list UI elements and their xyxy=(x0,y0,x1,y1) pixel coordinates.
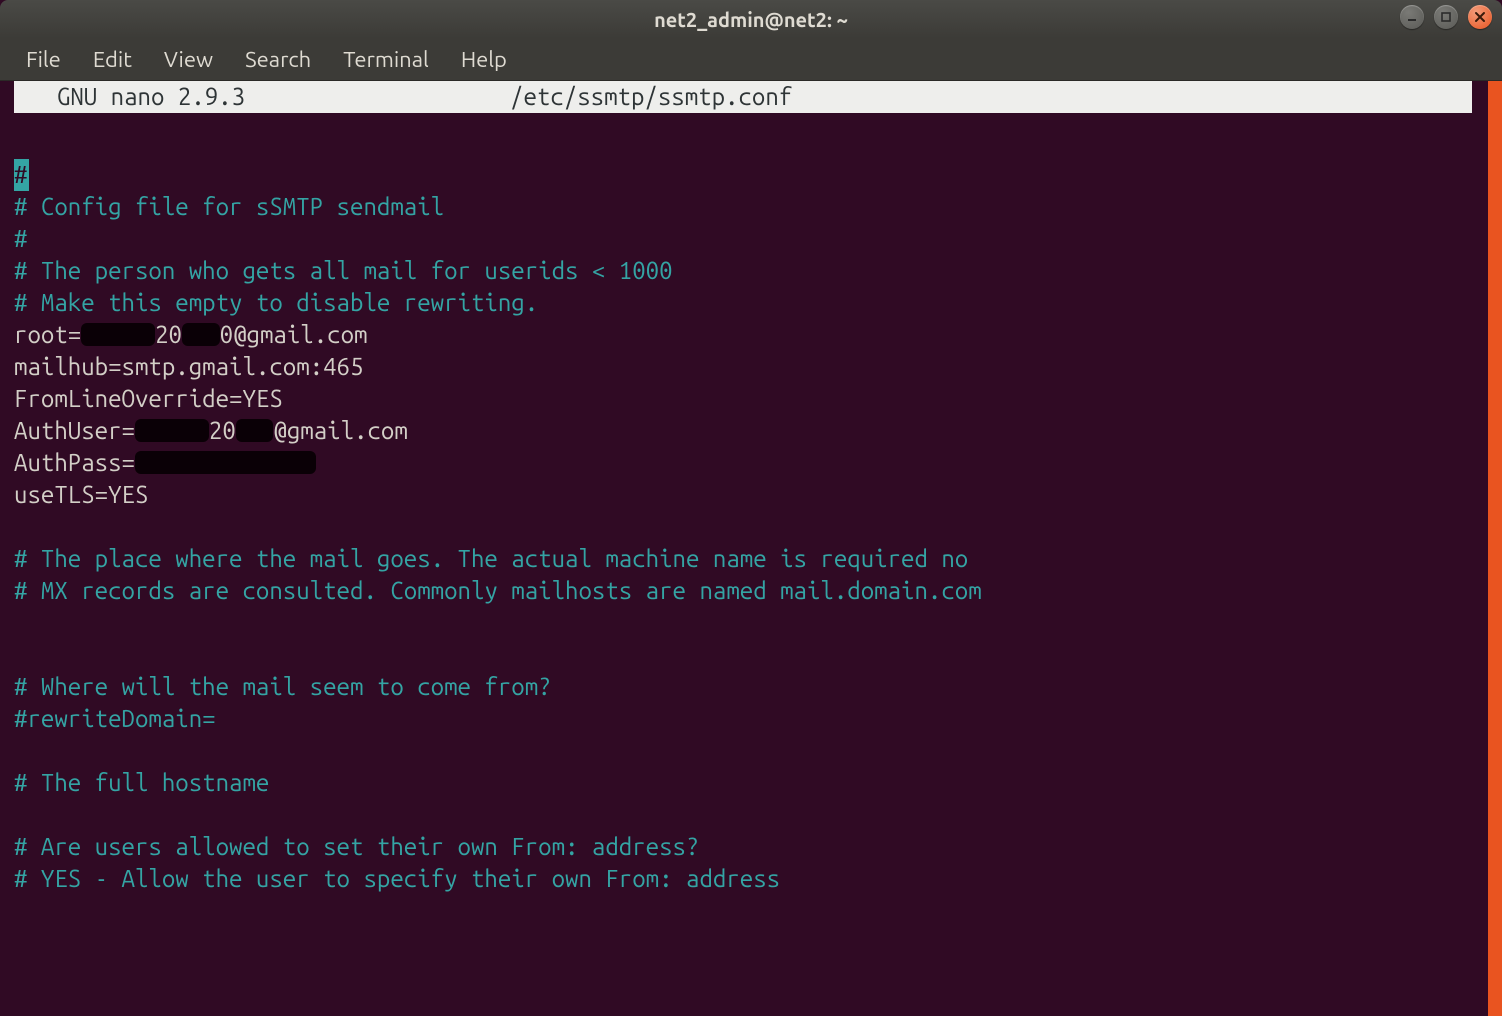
editor-line: mailhub=smtp.gmail.com:465 xyxy=(14,353,363,380)
editor-line: # Config file for sSMTP sendmail xyxy=(14,193,444,220)
authuser-prefix: AuthUser= xyxy=(14,417,135,444)
editor-line: #rewriteDomain= xyxy=(14,705,216,732)
editor-line: # Make this empty to disable rewriting. xyxy=(14,289,538,316)
authuser-mid: 20 xyxy=(209,417,236,444)
close-icon xyxy=(1474,11,1486,23)
window-title: net2_admin@net2: ~ xyxy=(0,8,1502,31)
authpass-prefix: AuthPass= xyxy=(14,449,135,476)
editor-content[interactable]: # # Config file for sSMTP sendmail # # T… xyxy=(0,113,1502,927)
root-mid: 20 xyxy=(155,321,182,348)
editor-line: root= 20 0@gmail.com xyxy=(14,321,367,348)
maximize-icon xyxy=(1440,11,1452,23)
editor-line: # MX records are consulted. Commonly mai… xyxy=(14,577,982,604)
scrollbar[interactable] xyxy=(1488,81,1502,1016)
editor-line: # The full hostname xyxy=(14,769,269,796)
maximize-button[interactable] xyxy=(1434,5,1458,29)
root-suffix: 0@gmail.com xyxy=(220,321,368,348)
nano-file-path: /etc/ssmtp/ssmtp.conf xyxy=(510,81,1472,113)
redacted xyxy=(135,419,209,442)
menu-view[interactable]: View xyxy=(150,43,227,76)
editor-line: # xyxy=(14,225,27,252)
titlebar: net2_admin@net2: ~ xyxy=(0,0,1502,38)
cursor: # xyxy=(14,159,29,191)
terminal-area[interactable]: GNU nano 2.9.3 /etc/ssmtp/ssmtp.conf # #… xyxy=(0,81,1502,1016)
menu-help[interactable]: Help xyxy=(447,43,521,76)
editor-line: # YES - Allow the user to specify their … xyxy=(14,865,780,892)
menu-file[interactable]: File xyxy=(12,43,75,76)
close-button[interactable] xyxy=(1468,5,1492,29)
root-prefix: root= xyxy=(14,321,81,348)
editor-line: AuthPass= xyxy=(14,449,316,476)
editor-line: AuthUser= 20 @gmail.com xyxy=(14,417,408,444)
redacted xyxy=(81,323,155,346)
editor-line: # The place where the mail goes. The act… xyxy=(14,545,968,572)
menu-search[interactable]: Search xyxy=(231,43,325,76)
minimize-button[interactable] xyxy=(1400,5,1424,29)
menu-edit[interactable]: Edit xyxy=(79,43,146,76)
editor-line: FromLineOverride=YES xyxy=(14,385,283,412)
redacted xyxy=(236,419,274,442)
redacted xyxy=(135,451,316,474)
redacted xyxy=(182,323,220,346)
nano-header: GNU nano 2.9.3 /etc/ssmtp/ssmtp.conf xyxy=(14,81,1472,113)
editor-line: # The person who gets all mail for useri… xyxy=(14,257,673,284)
menu-terminal[interactable]: Terminal xyxy=(329,43,443,76)
window-controls xyxy=(1400,5,1492,29)
menubar: File Edit View Search Terminal Help xyxy=(0,38,1502,81)
minimize-icon xyxy=(1406,11,1418,23)
authuser-suffix: @gmail.com xyxy=(273,417,407,444)
editor-line: # Are users allowed to set their own Fro… xyxy=(14,833,699,860)
editor-line: # Where will the mail seem to come from? xyxy=(14,673,552,700)
nano-app-label: GNU nano 2.9.3 xyxy=(14,81,510,113)
editor-line: # xyxy=(14,161,29,188)
editor-line: useTLS=YES xyxy=(14,481,148,508)
